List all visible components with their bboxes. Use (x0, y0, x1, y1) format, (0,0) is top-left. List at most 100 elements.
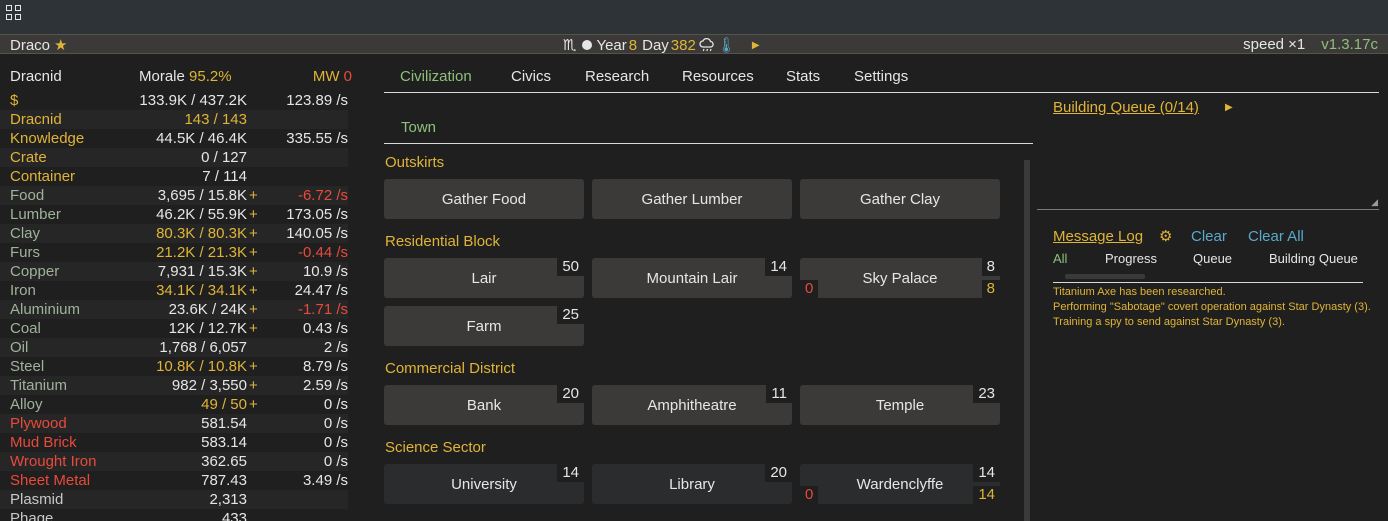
resource-amount: 2,313 (209, 491, 247, 508)
filter-all[interactable]: All (1053, 251, 1067, 266)
tab-civilization[interactable]: Civilization (400, 68, 472, 85)
resource-name: Lumber (10, 206, 61, 223)
resource-plus[interactable]: + (249, 319, 258, 338)
resource-amount: 12K / 12.7K (168, 320, 247, 337)
thermometer-icon: 🌡 (716, 37, 736, 54)
resource-plus[interactable]: + (249, 357, 258, 376)
resource-plus[interactable]: + (249, 395, 258, 414)
scrollbar[interactable] (1024, 160, 1030, 521)
power-on-button[interactable]: 14 (973, 486, 1000, 504)
resource-row: Dracnid 143 / 143 (0, 110, 348, 129)
tab-stats[interactable]: Stats (786, 68, 820, 85)
building-count: 23 (973, 385, 1000, 403)
resource-rate: 0 /s (323, 453, 348, 470)
resource-row: Phage 433 (0, 509, 348, 521)
amphitheatre-button[interactable]: Amphitheatre 11 (592, 385, 792, 425)
resource-amount: 583.14 (201, 434, 247, 451)
mountain-lair-button[interactable]: Mountain Lair 14 (592, 258, 792, 298)
resource-amount: 23.6K / 24K (168, 301, 247, 318)
filter-progress[interactable]: Progress (1105, 251, 1157, 266)
button-label: Temple (875, 397, 925, 414)
resource-plus[interactable]: + (249, 243, 258, 262)
speed-label[interactable]: speed ×1 (1243, 36, 1305, 53)
resource-plus[interactable]: + (249, 224, 258, 243)
message-log-title[interactable]: Message Log (1053, 228, 1143, 245)
grid-icon[interactable] (6, 5, 22, 21)
resource-row: Crate 0 / 127 (0, 148, 348, 167)
building-queue-area: ◢ (1037, 120, 1379, 210)
resource-plus[interactable]: + (249, 186, 258, 205)
wardenclyffe-button[interactable]: Wardenclyffe 14 0 14 (800, 464, 1000, 504)
button-label: Lair (471, 270, 497, 287)
building-count: 50 (557, 258, 584, 276)
building-count: 14 (973, 464, 1000, 482)
resource-rate: 140.05 /s (286, 225, 348, 242)
tab-research[interactable]: Research (585, 68, 649, 85)
resource-plus[interactable]: + (249, 205, 258, 224)
resource-row: Aluminium 23.6K / 24K + -1.71 /s (0, 300, 348, 319)
resource-amount: 982 / 3,550 (171, 377, 247, 394)
bank-button[interactable]: Bank 20 (384, 385, 584, 425)
resize-handle-icon[interactable]: ◢ (1371, 197, 1378, 208)
message-item: Titanium Axe has been researched. (1053, 286, 1226, 298)
tab-resources[interactable]: Resources (682, 68, 754, 85)
building-count: 20 (557, 385, 584, 403)
power-off-button[interactable]: 0 (800, 486, 819, 504)
resource-row: Wrought Iron 362.65 0 /s (0, 452, 348, 471)
resource-amount: 49 / 50 (201, 396, 247, 413)
resource-amount: 10.8K / 10.8K (156, 358, 247, 375)
library-button[interactable]: Library 20 (592, 464, 792, 504)
play-icon[interactable]: ▶ (752, 40, 760, 51)
filter-scrollbar[interactable] (1065, 274, 1145, 279)
resource-rate: 0 /s (323, 434, 348, 451)
play-icon[interactable]: ▶ (1225, 102, 1233, 113)
section-commercial: Commercial District (385, 360, 516, 377)
power-off-button[interactable]: 0 (800, 280, 819, 298)
resource-plus[interactable]: + (249, 376, 258, 395)
resource-row: Container 7 / 114 (0, 167, 348, 186)
resource-name: Titanium (10, 377, 67, 394)
resource-name: Plasmid (10, 491, 64, 508)
resource-amount: 7 / 114 (202, 168, 247, 185)
button-label: Mountain Lair (646, 270, 738, 287)
button-label: Library (669, 476, 715, 493)
race-name: Dracnid (10, 68, 62, 85)
clear-button[interactable]: Clear (1191, 228, 1227, 245)
sky-palace-button[interactable]: Sky Palace 8 0 8 (800, 258, 1000, 298)
resource-plus[interactable]: + (249, 300, 258, 319)
message-item: Training a spy to send against Star Dyna… (1053, 316, 1285, 328)
resource-amount: 80.3K / 80.3K (156, 225, 247, 242)
star-icon[interactable]: ★ (54, 36, 67, 54)
tab-town[interactable]: Town (401, 119, 436, 136)
tab-civics[interactable]: Civics (511, 68, 551, 85)
resource-rate: 0 /s (323, 415, 348, 432)
resource-plus[interactable]: + (249, 281, 258, 300)
gear-icon[interactable]: ⚙ (1159, 227, 1172, 245)
filter-divider (1053, 282, 1363, 283)
power-on-button[interactable]: 8 (981, 280, 1000, 298)
tab-settings[interactable]: Settings (854, 68, 908, 85)
gather-clay-button[interactable]: Gather Clay (800, 179, 1000, 219)
resource-plus[interactable]: + (249, 262, 258, 281)
resource-name: Plywood (10, 415, 67, 432)
main-tabs: Civilization Civics Research Resources S… (384, 66, 1379, 93)
gather-lumber-button[interactable]: Gather Lumber (592, 179, 792, 219)
resource-rate: -6.72 /s (297, 187, 348, 204)
morale-value: 95.2% (189, 68, 232, 85)
temple-button[interactable]: Temple 23 (800, 385, 1000, 425)
clear-all-button[interactable]: Clear All (1248, 228, 1304, 245)
resource-name: Food (10, 187, 45, 204)
status-bar: Draco ★ ♏ Year 8 Day 382 🌡 ▶ speed ×1 v1… (0, 34, 1388, 54)
lair-button[interactable]: Lair 50 (384, 258, 584, 298)
resource-name: Iron (10, 282, 36, 299)
resource-row: Steel 10.8K / 10.8K +8.79 /s (0, 357, 348, 376)
resource-name: Alloy (10, 396, 43, 413)
building-queue-title[interactable]: Building Queue (0/14) (1053, 99, 1199, 116)
university-button[interactable]: University 14 (384, 464, 584, 504)
resource-name: $ (10, 92, 19, 109)
button-label: Gather Clay (859, 191, 941, 208)
gather-food-button[interactable]: Gather Food (384, 179, 584, 219)
filter-building-queue[interactable]: Building Queue (1269, 251, 1358, 266)
farm-button[interactable]: Farm 25 (384, 306, 584, 346)
filter-queue[interactable]: Queue (1193, 251, 1232, 266)
